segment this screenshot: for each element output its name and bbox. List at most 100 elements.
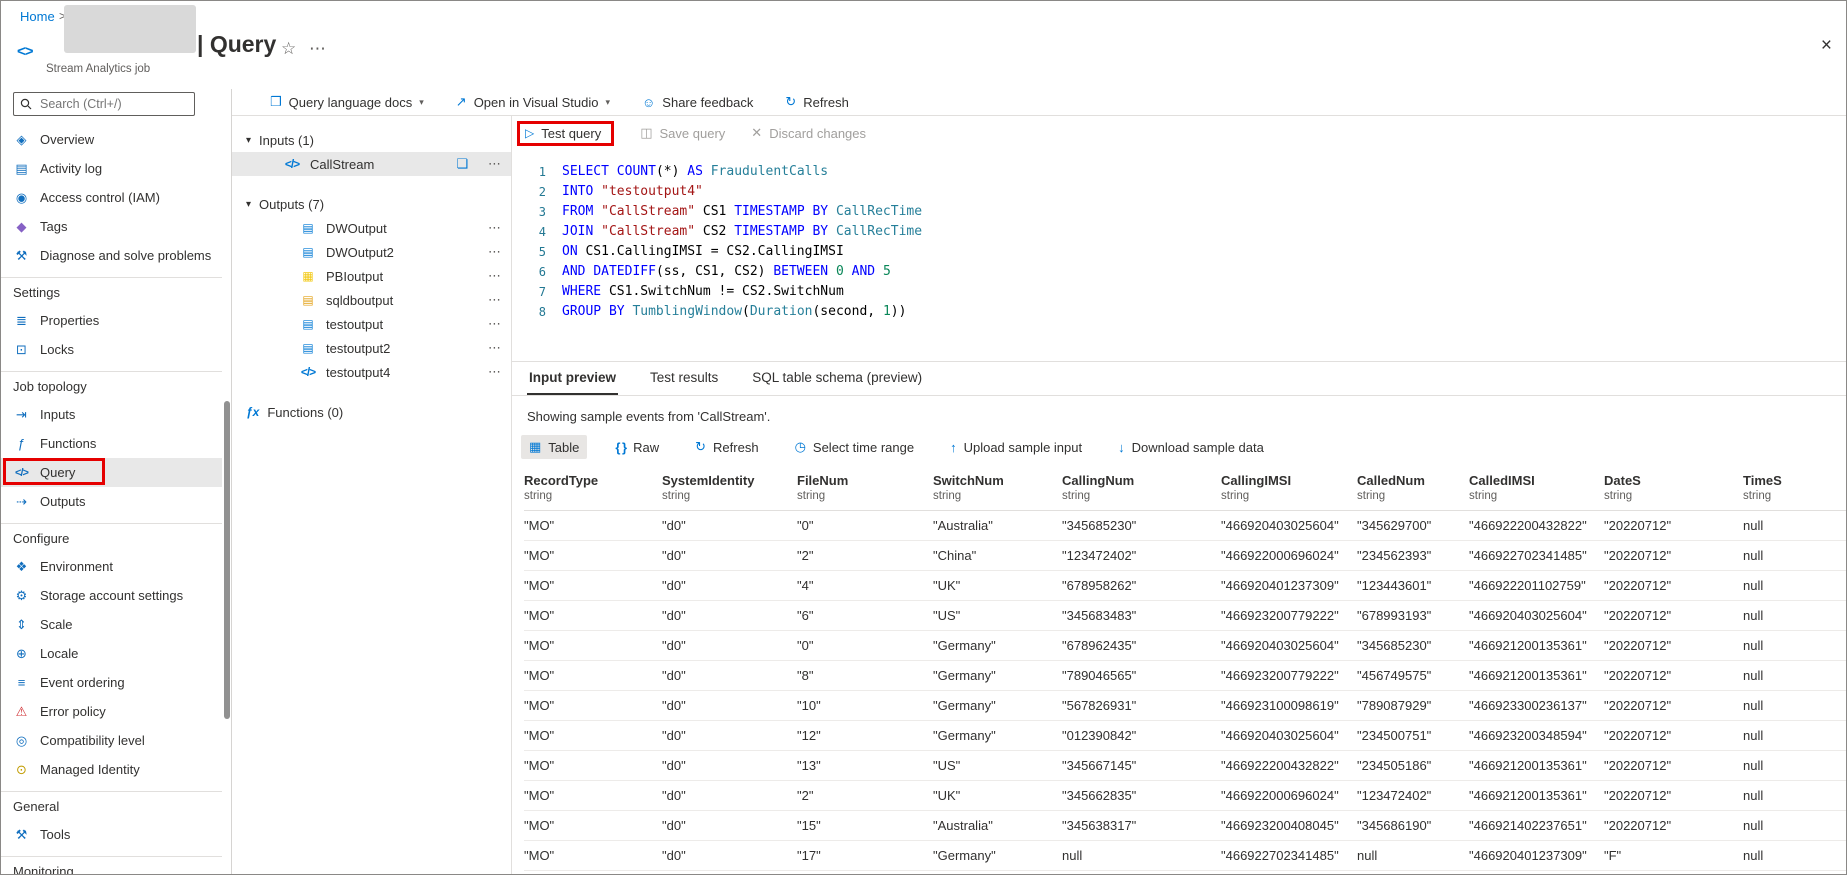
outputs-group-header[interactable]: ▾ Outputs (7) — [232, 192, 511, 216]
tab-test-results[interactable]: Test results — [648, 362, 720, 395]
code-line: 8GROUP BY TumblingWindow(Duration(second… — [512, 302, 1846, 322]
raw-view-label: Raw — [633, 440, 659, 455]
redacted-resource-name — [64, 5, 196, 53]
preview-refresh-button[interactable]: ↻ Refresh — [687, 435, 766, 459]
more-options-icon[interactable]: ⋯ — [488, 268, 501, 284]
outputs-icon: ⇢ — [13, 494, 30, 510]
sidebar-item-outputs[interactable]: ⇢Outputs — [1, 487, 222, 516]
refresh-button[interactable]: ↻ Refresh — [785, 94, 848, 110]
more-options-icon[interactable]: ⋯ — [488, 316, 501, 332]
sidebar-item-tools[interactable]: ⚒Tools — [1, 820, 222, 849]
sidebar-item-query[interactable]: </>Query — [1, 458, 222, 487]
line-number: 4 — [512, 222, 562, 242]
table-cell: "US" — [933, 601, 1062, 631]
table-view-button[interactable]: ▦ Table — [521, 435, 587, 459]
more-options-icon[interactable]: ⋯ — [488, 220, 501, 236]
raw-view-button[interactable]: { } Raw — [607, 436, 667, 459]
tree-item-callstream[interactable]: </> CallStream ❏ ⋯ — [232, 152, 511, 176]
table-cell: "MO" — [524, 511, 662, 541]
sidebar-item-environment[interactable]: ❖Environment — [1, 552, 222, 581]
table-cell: "466923300236137" — [1221, 871, 1357, 875]
open-in-visual-studio-button[interactable]: ↗ Open in Visual Studio ▾ — [456, 94, 610, 110]
sidebar-item-error-policy[interactable]: ⚠Error policy — [1, 697, 222, 726]
sidebar-item-locale[interactable]: ⊕Locale — [1, 639, 222, 668]
favorite-star-icon[interactable]: ☆ — [281, 39, 296, 59]
more-options-icon[interactable]: ⋯ — [488, 292, 501, 308]
column-header-filenum: FileNumstring — [797, 467, 933, 511]
more-options-icon[interactable]: ⋯ — [488, 340, 501, 356]
upload-sample-input-button[interactable]: ↑ Upload sample input — [942, 436, 1090, 459]
download-sample-data-button[interactable]: ↓ Download sample data — [1110, 436, 1272, 459]
test-query-button[interactable]: ▷ Test query — [525, 126, 601, 141]
scale-icon: ⇕ — [13, 617, 30, 633]
sidebar-item-inputs[interactable]: ⇥Inputs — [1, 400, 222, 429]
close-blade-button[interactable]: × — [1821, 35, 1832, 57]
environment-icon: ❖ — [13, 559, 30, 575]
functions-icon: ƒx — [246, 405, 259, 419]
table-cell: "UK" — [933, 871, 1062, 875]
query-code-editor[interactable]: 1SELECT COUNT(*) AS FraudulentCalls2INTO… — [512, 150, 1846, 362]
sidebar-item-activity-log[interactable]: ▤Activity log — [1, 154, 222, 183]
code-text: SELECT COUNT(*) AS FraudulentCalls — [562, 162, 828, 182]
functions-group-header[interactable]: ƒx Functions (0) — [232, 400, 511, 424]
sidebar-item-event-ordering[interactable]: ≡Event ordering — [1, 668, 222, 697]
tree-item-testoutput[interactable]: ▤testoutput⋯ — [232, 312, 511, 336]
sidebar-item-diagnose-and-solve-problems[interactable]: ⚒Diagnose and solve problems — [1, 241, 222, 270]
upload-sample-input-label: Upload sample input — [964, 440, 1083, 455]
select-time-range-button[interactable]: ◷ Select time range — [787, 435, 923, 459]
sidebar-item-locks[interactable]: ⊡Locks — [1, 335, 222, 364]
sidebar-item-functions[interactable]: ƒFunctions — [1, 429, 222, 458]
tab-input-preview[interactable]: Input preview — [527, 362, 618, 395]
sidebar-item-properties[interactable]: ≣Properties — [1, 306, 222, 335]
tree-item-dwoutput2[interactable]: ▤DWOutput2⋯ — [232, 240, 511, 264]
sidebar-item-tags[interactable]: ◆Tags — [1, 212, 222, 241]
tree-item-testoutput2[interactable]: ▤testoutput2⋯ — [232, 336, 511, 360]
query-language-docs-button[interactable]: ❒ Query language docs ▾ — [270, 94, 424, 110]
discard-changes-label: Discard changes — [769, 126, 866, 141]
table-cell: "10" — [797, 691, 933, 721]
sidebar-item-overview[interactable]: ◈Overview — [1, 125, 222, 154]
code-line: 4JOIN "CallStream" CS2 TIMESTAMP BY Call… — [512, 222, 1846, 242]
sidebar-scrollbar[interactable] — [224, 401, 230, 719]
page-header: Home > <> | Query ☆ ⋯ Stream Analytics j… — [1, 1, 1846, 89]
sidebar-item-compatibility-level[interactable]: ◎Compatibility level — [1, 726, 222, 755]
search-input[interactable] — [38, 96, 188, 112]
table-cell: "2" — [797, 541, 933, 571]
table-cell: "466921402237651" — [1469, 811, 1604, 841]
code-text: FROM "CallStream" CS1 TIMESTAMP BY CallR… — [562, 202, 922, 222]
document-icon[interactable]: ❏ — [456, 156, 468, 172]
sidebar-item-managed-identity[interactable]: ⊙Managed Identity — [1, 755, 222, 784]
sidebar-item-access-control-iam[interactable]: ◉Access control (IAM) — [1, 183, 222, 212]
save-query-button[interactable]: ◫ Save query — [640, 125, 725, 141]
more-options-icon[interactable]: ⋯ — [488, 364, 501, 380]
access-control-iam-icon: ◉ — [13, 190, 30, 206]
event-ordering-icon: ≡ — [13, 675, 30, 690]
table-cell: "466923300236137" — [1469, 691, 1604, 721]
sidebar-item-scale[interactable]: ⇕Scale — [1, 610, 222, 639]
discard-changes-button[interactable]: ✕ Discard changes — [751, 125, 866, 141]
code-line: 3FROM "CallStream" CS1 TIMESTAMP BY Call… — [512, 202, 1846, 222]
more-options-icon[interactable]: ⋯ — [488, 156, 501, 172]
breadcrumb-home[interactable]: Home — [20, 9, 55, 24]
table-cell: "Germany" — [933, 661, 1062, 691]
tree-item-sqldboutput[interactable]: ▤sqldboutput⋯ — [232, 288, 511, 312]
tree-item-label: DWOutput2 — [326, 245, 394, 260]
table-cell: null — [1743, 871, 1846, 875]
inputs-group-header[interactable]: ▾ Inputs (1) — [232, 128, 511, 152]
tab-sql-table-schema[interactable]: SQL table schema (preview) — [750, 362, 924, 395]
table-cell: "0" — [797, 511, 933, 541]
test-query-label: Test query — [541, 126, 601, 141]
table-cell: "567826931" — [1062, 691, 1221, 721]
query-main-panel: ▷ Test query ◫ Save query ✕ Discard chan… — [511, 116, 1846, 874]
more-options-icon[interactable]: ⋯ — [488, 244, 501, 260]
table-cell: "678958262" — [1062, 571, 1221, 601]
tree-item-label: sqldboutput — [326, 293, 393, 308]
header-more-icon[interactable]: ⋯ — [309, 39, 326, 59]
nav-section-configure: Configure — [1, 523, 222, 552]
tree-item-dwoutput[interactable]: ▤DWOutput⋯ — [232, 216, 511, 240]
tree-item-testoutput4[interactable]: </>testoutput4⋯ — [232, 360, 511, 384]
tree-item-pbioutput[interactable]: ▦PBIoutput⋯ — [232, 264, 511, 288]
save-query-label: Save query — [660, 126, 726, 141]
sidebar-item-storage-account-settings[interactable]: ⚙Storage account settings — [1, 581, 222, 610]
share-feedback-button[interactable]: ☺ Share feedback — [642, 95, 753, 110]
